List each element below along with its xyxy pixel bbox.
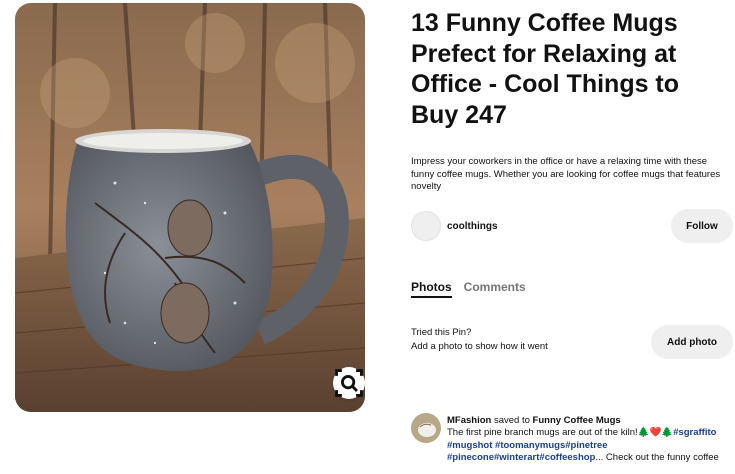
activity-trailing: Check out the funny coffee: [603, 452, 719, 464]
tab-photos[interactable]: Photos: [411, 280, 452, 298]
activity-line-1: The first pine branch mugs are out of th…: [447, 427, 732, 439]
add-photo-button[interactable]: Add photo: [651, 325, 733, 359]
hashtag-link[interactable]: #sgraffito: [673, 427, 716, 438]
tab-comments[interactable]: Comments: [464, 280, 526, 298]
hashtag-link[interactable]: #pinecone: [447, 452, 494, 463]
creator-name[interactable]: coolthings: [447, 221, 498, 232]
pin-title: 13 Funny Coffee Mugs Prefect for Relaxin…: [411, 9, 680, 129]
hashtag-link[interactable]: #coffeeshop: [539, 452, 595, 463]
hashtag-link[interactable]: #toomanymugs: [495, 440, 565, 451]
visual-search-icon: [335, 369, 363, 397]
activity-text-start: The first pine branch mugs are out of th…: [447, 427, 638, 439]
tabs: Photos Comments: [411, 280, 526, 298]
hashtag-link[interactable]: #mugshot: [447, 440, 492, 451]
activity-user[interactable]: MFashion: [447, 415, 491, 426]
activity-line-2: #mugshot #toomanymugs#pinetree: [447, 440, 732, 452]
hashtag-link[interactable]: #pinetree: [565, 440, 607, 451]
follow-button[interactable]: Follow: [671, 209, 733, 243]
hashtag-link[interactable]: #winterart: [494, 452, 539, 463]
avatar-image: [411, 413, 441, 443]
tried-title: Tried this Pin?: [411, 327, 472, 338]
emoji-text: 🌲❤️🌲: [637, 427, 674, 439]
activity-header: MFashion saved to Funny Coffee Mugs: [447, 415, 732, 427]
activity-avatar[interactable]: [411, 413, 441, 443]
creator-avatar[interactable]: [411, 211, 441, 241]
activity-board[interactable]: Funny Coffee Mugs: [533, 415, 621, 426]
tried-subtitle: Add a photo to show how it went: [411, 341, 548, 352]
mug-photo: [15, 3, 365, 412]
pin-image[interactable]: [15, 3, 365, 412]
activity-action: saved to: [491, 415, 533, 426]
pin-description: Impress your coworkers in the office or …: [411, 156, 721, 192]
activity-text: MFashion saved to Funny Coffee Mugs The …: [447, 415, 732, 465]
visual-search-button[interactable]: [333, 367, 365, 399]
activity-line-3: #pinecone#winterart#coffeeshop... Check …: [447, 452, 732, 464]
